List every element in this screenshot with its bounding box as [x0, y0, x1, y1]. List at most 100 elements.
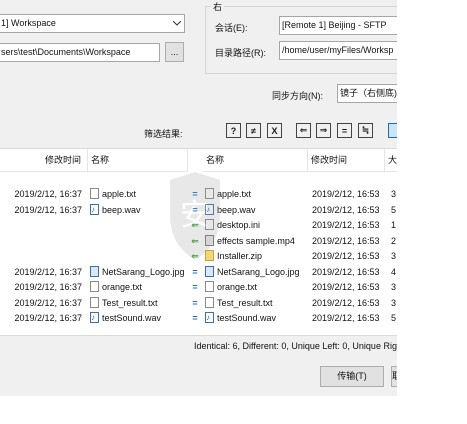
remote-group-title: 右	[211, 0, 225, 13]
right-modified-cell: 2019/2/12, 16:53	[312, 235, 380, 246]
file-icon	[90, 265, 99, 277]
right-size-cell: 4	[391, 266, 397, 277]
sync-direction-value: 镜子（右侧底)	[340, 88, 397, 98]
right-name-cell: apple.txt	[205, 187, 308, 202]
equal-icon: =	[192, 313, 198, 323]
left-name-cell: apple.txt	[90, 187, 188, 202]
browse-button-label: ...	[170, 47, 179, 57]
file-icon	[90, 296, 99, 308]
cancel-button-label: 取	[392, 371, 397, 381]
file-icon	[205, 188, 214, 199]
right-name-cell: Test_result.txt	[205, 296, 308, 311]
table-row[interactable]: ⇐ effects sample.mp4 2019/2/12, 16:53 2	[0, 234, 397, 249]
right-name-cell: desktop.ini	[205, 218, 308, 233]
left-col-modified-header[interactable]: 修改时间	[0, 149, 88, 171]
right-name-text: apple.txt	[217, 189, 252, 199]
right-size-cell: 3	[391, 189, 397, 199]
left-name-text: beep.wav	[102, 204, 141, 215]
left-name-text: apple.txt	[102, 189, 137, 199]
right-col-modified-header[interactable]: 修改时间	[308, 149, 385, 171]
compare-summary: Identical: 6, Different: 0, Unique Left:…	[194, 341, 397, 351]
file-icon	[205, 311, 214, 325]
file-icon	[205, 234, 214, 246]
right-col-name-header[interactable]: 名称	[203, 149, 308, 171]
filter-show-all-button[interactable]: ?	[226, 123, 241, 138]
file-icon	[205, 250, 214, 261]
file-icon	[205, 265, 214, 277]
filter-show-right-button[interactable]: ⇒	[316, 123, 331, 138]
file-icon	[90, 203, 99, 217]
right-modified-cell: 2019/2/12, 16:53	[312, 189, 380, 199]
filter-show-changed-button[interactable]: ≒	[358, 123, 373, 138]
left-modified-cell: 2019/2/12, 16:37	[14, 189, 82, 199]
right-name-cell: orange.txt	[205, 280, 308, 295]
arrow-left-icon: ⇐	[191, 220, 199, 230]
equal-icon: =	[192, 282, 198, 292]
left-name-cell: Test_result.txt	[90, 296, 188, 311]
right-col-size-header[interactable]: 大	[385, 149, 397, 171]
table-row[interactable]: 2019/2/12, 16:37 orange.txt = orange.txt 201…	[0, 280, 397, 295]
right-modified-cell: 2019/2/12, 16:53	[312, 313, 380, 323]
browse-button[interactable]: ...	[165, 42, 184, 62]
right-size-cell: 5	[391, 204, 397, 215]
left-modified-cell: 2019/2/12, 16:37	[14, 204, 82, 215]
table-row[interactable]: ⇐ Installer.zip 2019/2/12, 16:53 3	[0, 249, 397, 264]
table-row[interactable]: 2019/2/12, 16:37 NetSarang_Logo.jpg = NetSa…	[0, 265, 397, 280]
left-modified-cell: 2019/2/12, 16:37	[14, 282, 82, 292]
table-row[interactable]: 2019/2/12, 16:37 Test_result.txt = Test_res…	[0, 296, 397, 311]
cancel-button[interactable]: 取	[391, 366, 397, 387]
equal-icon: =	[192, 297, 198, 308]
file-icon	[90, 188, 99, 199]
left-modified-cell: 2019/2/12, 16:37	[14, 313, 82, 323]
table-row[interactable]: 2019/2/12, 16:37 apple.txt = apple.txt 2019/…	[0, 187, 397, 202]
right-size-cell: 3	[391, 251, 397, 261]
left-name-cell: orange.txt	[90, 280, 188, 295]
right-name-text: testSound.wav	[217, 313, 277, 323]
left-header-divider	[0, 171, 188, 172]
right-name-cell: beep.wav	[205, 203, 308, 218]
x-icon: X	[271, 125, 278, 136]
right-name-cell: Installer.zip	[205, 249, 308, 264]
chevron-down-icon	[170, 15, 184, 32]
table-row[interactable]: 2019/2/12, 16:37 beep.wav = beep.wav 2019/2/…	[0, 203, 397, 218]
approx-equal-icon: ≒	[361, 125, 370, 135]
right-name-text: orange.txt	[217, 282, 258, 292]
compare-lists: 修改时间 名称 名称 修改时间 大 2019/2/12, 16:37 apple.…	[0, 148, 397, 336]
left-modified-cell: 2019/2/12, 16:37	[14, 297, 82, 308]
filter-selected-button[interactable]	[388, 123, 397, 138]
arrow-left-icon: ⇐	[191, 251, 199, 261]
transfer-button[interactable]: 传输(T)	[320, 366, 384, 387]
file-icon	[205, 219, 214, 230]
table-row[interactable]: ⇐ desktop.ini 2019/2/12, 16:53 1	[0, 218, 397, 233]
left-modified-cell: 2019/2/12, 16:37	[14, 266, 82, 277]
filter-show-identical-button[interactable]: =	[337, 123, 352, 138]
file-icon	[90, 281, 99, 292]
remote-path-input[interactable]: /home/user/myFiles/Worksp	[279, 41, 397, 60]
left-session-value: 1] Workspace	[1, 18, 56, 28]
file-icon	[90, 311, 99, 325]
equal-icon: =	[192, 266, 198, 277]
left-path-input[interactable]: sers\test\Documents\Workspace	[0, 43, 160, 62]
left-session-combo[interactable]: 1] Workspace	[0, 14, 185, 33]
left-col-name-header[interactable]: 名称	[88, 149, 188, 171]
filter-show-unique-button[interactable]: X	[267, 123, 282, 138]
sync-direction-label: 同步方向(N):	[272, 91, 323, 101]
filter-show-different-button[interactable]: ≠	[246, 123, 261, 138]
remote-session-combo[interactable]: [Remote 1] Beijing - SFTP	[279, 16, 397, 35]
equal-icon: =	[192, 204, 198, 215]
right-name-cell: testSound.wav	[205, 311, 308, 326]
right-name-text: desktop.ini	[217, 220, 261, 230]
right-header-divider	[203, 171, 397, 172]
remote-path-label: 目录路径(R):	[215, 48, 266, 58]
arrow-right-icon: ⇒	[319, 125, 328, 135]
right-size-cell: 2	[391, 235, 397, 246]
right-modified-cell: 2019/2/12, 16:53	[312, 297, 380, 308]
right-modified-cell: 2019/2/12, 16:53	[312, 266, 380, 277]
filter-show-left-button[interactable]: ⇐	[296, 123, 311, 138]
folder-sync-dialog: 1] Workspace sers\test\Documents\Workspa…	[0, 0, 397, 396]
right-modified-cell: 2019/2/12, 16:53	[312, 204, 380, 215]
sync-direction-combo[interactable]: 镜子（右侧底)	[337, 84, 397, 103]
remote-session-value: [Remote 1] Beijing - SFTP	[282, 20, 387, 30]
left-name-cell: beep.wav	[90, 203, 188, 218]
table-row[interactable]: 2019/2/12, 16:37 testSound.wav = testSound.…	[0, 311, 397, 326]
